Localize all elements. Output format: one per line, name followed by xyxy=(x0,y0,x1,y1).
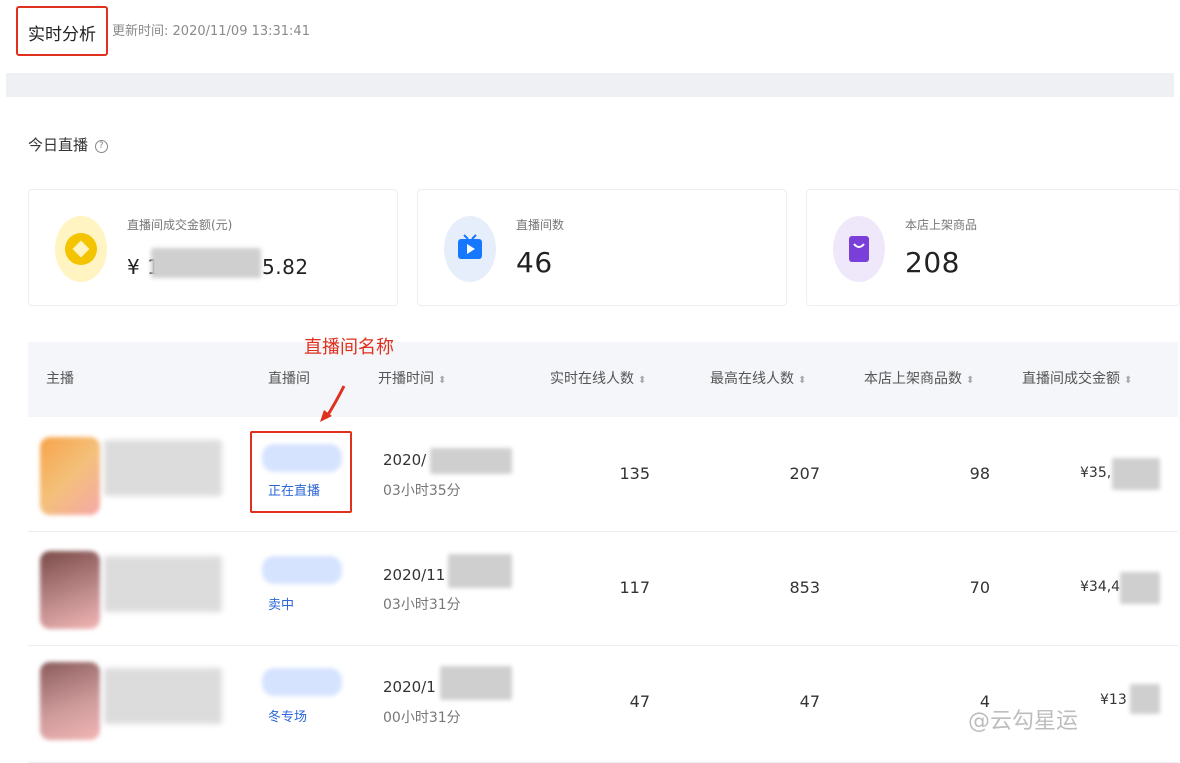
live-duration: 03小时31分 xyxy=(383,597,461,613)
start-date: 2020/11 xyxy=(383,566,446,584)
page-header: 实时分析 更新时间: 2020/11/09 13:31:41 xyxy=(0,0,1180,62)
product-count: 98 xyxy=(969,464,990,483)
live-duration: 00小时31分 xyxy=(383,710,461,726)
avatar xyxy=(40,662,100,740)
coin-icon xyxy=(55,216,107,282)
online-count: 117 xyxy=(619,578,650,597)
amount: ¥35, xyxy=(1080,465,1112,481)
divider-band xyxy=(6,73,1174,97)
start-date: 2020/1 xyxy=(383,678,436,696)
room-name-redacted xyxy=(262,668,342,696)
bag-icon xyxy=(833,216,885,282)
room-status-link[interactable]: 冬专场 xyxy=(268,706,307,725)
redacted-block xyxy=(151,248,261,278)
sort-icon[interactable]: ⬍ xyxy=(966,375,974,386)
redacted-block xyxy=(448,554,512,588)
redacted-block xyxy=(1130,684,1160,714)
card-label: 本店上架商品 xyxy=(905,218,978,232)
card-label: 直播间成交金额(元) xyxy=(127,218,233,232)
redacted-block xyxy=(440,666,512,700)
watermark: @云勾星运 xyxy=(968,709,1079,734)
card-room-count: 直播间数 46 xyxy=(417,189,787,306)
col-label: 直播间成交金额 xyxy=(1022,371,1120,387)
avatar xyxy=(40,437,100,515)
live-duration: 03小时35分 xyxy=(383,483,461,499)
col-online[interactable]: 实时在线人数 ⬍ xyxy=(550,368,646,388)
anchor-name-redacted xyxy=(104,556,222,612)
card-value-suffix: 5.82 xyxy=(262,255,309,279)
col-room: 直播间 xyxy=(268,371,310,387)
sort-icon[interactable]: ⬍ xyxy=(638,375,646,386)
page-title: 实时分析 xyxy=(28,25,96,45)
start-date: 2020/ xyxy=(383,451,427,469)
anchor-name-redacted xyxy=(104,440,222,496)
sort-icon[interactable]: ⬍ xyxy=(1124,375,1132,386)
annotation-arrow-icon xyxy=(320,385,346,422)
col-amount[interactable]: 直播间成交金额 ⬍ xyxy=(1022,368,1132,388)
amount: ¥13 xyxy=(1100,692,1127,708)
section-title: 今日直播 ? xyxy=(28,134,108,155)
question-circle-icon[interactable]: ? xyxy=(94,140,108,153)
sort-icon[interactable]: ⬍ xyxy=(798,375,806,386)
peak-count: 853 xyxy=(789,578,820,597)
amount: ¥34,4 xyxy=(1080,579,1121,595)
col-anchor: 主播 xyxy=(46,371,74,387)
room-status-link[interactable]: 卖中 xyxy=(268,594,294,613)
annotation-label: 直播间名称 xyxy=(304,337,394,358)
room-name-redacted xyxy=(262,556,342,584)
product-count: 70 xyxy=(969,578,990,597)
peak-count: 47 xyxy=(799,692,820,711)
peak-count: 207 xyxy=(789,464,820,483)
col-start-time[interactable]: 开播时间 ⬍ xyxy=(378,368,446,388)
tv-icon xyxy=(444,216,496,282)
redacted-block xyxy=(1120,572,1160,604)
col-label: 最高在线人数 xyxy=(710,371,794,387)
room-highlight-box xyxy=(250,431,352,513)
update-time: 更新时间: 2020/11/09 13:31:41 xyxy=(112,20,310,39)
col-peak[interactable]: 最高在线人数 ⬍ xyxy=(710,368,806,388)
card-value: 46 xyxy=(516,246,553,279)
col-label: 开播时间 xyxy=(378,371,434,387)
online-count: 47 xyxy=(629,692,650,711)
card-products: 本店上架商品 208 xyxy=(806,189,1180,306)
card-label: 直播间数 xyxy=(516,218,565,232)
anchor-name-redacted xyxy=(104,668,222,724)
card-value: 208 xyxy=(905,246,960,279)
redacted-block xyxy=(430,448,512,474)
col-products[interactable]: 本店上架商品数 ⬍ xyxy=(864,368,974,388)
avatar xyxy=(40,551,100,629)
col-label: 本店上架商品数 xyxy=(864,371,962,387)
section-title-text: 今日直播 xyxy=(28,136,89,154)
update-label: 更新时间: xyxy=(112,24,169,39)
sort-icon[interactable]: ⬍ xyxy=(438,375,446,386)
card-gmv: 直播间成交金额(元) ¥ 1 5.82 xyxy=(28,189,398,306)
online-count: 135 xyxy=(619,464,650,483)
update-value: 2020/11/09 13:31:41 xyxy=(172,24,310,39)
redacted-block xyxy=(1112,458,1160,490)
col-label: 实时在线人数 xyxy=(550,371,634,387)
